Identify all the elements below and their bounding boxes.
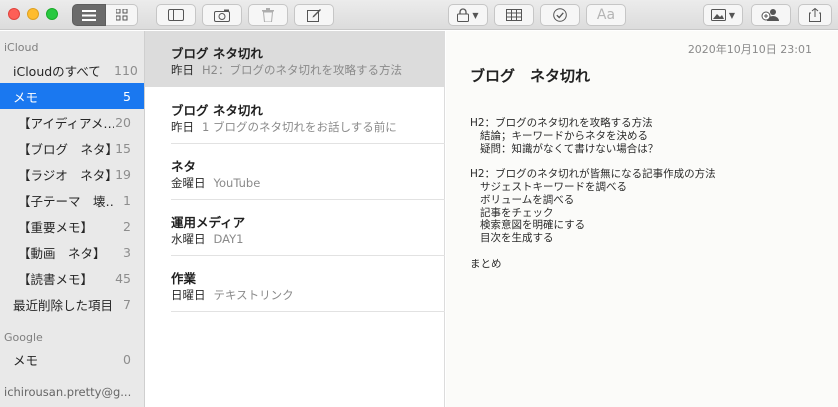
trash-icon <box>262 8 274 22</box>
sidebar-item-idea-memo[interactable]: 【アイディアメ… 20 <box>0 109 144 135</box>
checklist-icon <box>553 8 567 22</box>
table-icon <box>506 9 522 21</box>
compose-icon <box>307 9 321 22</box>
sidebar-item-count: 0 <box>123 351 131 367</box>
sidebar-item-count: 15 <box>115 140 131 156</box>
gallery-icon <box>115 9 127 21</box>
sidebar-item-radio-neta[interactable]: 【ラジオ ネタ】 19 <box>0 161 144 187</box>
sidebar-item-blog-neta[interactable]: 【ブログ ネタ】 15 <box>0 135 144 161</box>
list-item[interactable]: 運用メディア 水曜日 DAY1 <box>145 200 445 256</box>
close-window-button[interactable] <box>8 8 20 20</box>
sidebar-item-child-theme[interactable]: 【子テーマ 壊… 1 <box>0 187 144 213</box>
sidebar-item-label: 【ブログ ネタ】 <box>18 141 114 157</box>
minimize-window-button[interactable] <box>27 8 39 20</box>
sidebar-item-label: 最近削除した項目 <box>13 297 114 313</box>
sidebar-item-count: 19 <box>115 166 131 182</box>
note-date: 日曜日 <box>171 288 206 302</box>
share-button[interactable] <box>798 4 832 26</box>
zoom-window-button[interactable] <box>46 8 58 20</box>
note-date: 昨日 <box>171 120 194 134</box>
sidebar-item-label: 【アイディアメ… <box>18 115 114 131</box>
note-preview: 1 ブログのネタ切れをお話しする前に <box>202 120 397 134</box>
note-title: 運用メディア <box>171 215 246 230</box>
add-people-button[interactable] <box>751 4 791 26</box>
note-preview: YouTube <box>213 176 261 190</box>
note-list: ブログ ネタ切れ 昨日 H2：ブログのネタ切れを攻略する方法 ブログ ネタ切れ 昨… <box>145 31 445 407</box>
sidebar-item-count: 2 <box>123 218 131 234</box>
toolbar: ▼ Aa ▼ <box>0 0 838 30</box>
list-item[interactable]: 作業 日曜日 テキストリンク <box>145 256 445 312</box>
sidebar-item-label: 【重要メモ】 <box>18 219 94 235</box>
sidebar-item-reading-memo[interactable]: 【読書メモ】 45 <box>0 265 144 291</box>
list-item[interactable]: ブログ ネタ切れ 昨日 1 ブログのネタ切れをお話しする前に <box>145 88 445 144</box>
media-button[interactable]: ▼ <box>703 4 743 26</box>
sidebar-item-label: 【子テーマ 壊… <box>18 193 114 209</box>
note-preview: DAY1 <box>213 232 244 246</box>
sidebar-item-count: 3 <box>123 244 131 260</box>
sidebar-item-icloud-all[interactable]: iCloudのすべて 110 <box>0 57 144 83</box>
lock-button[interactable]: ▼ <box>448 4 488 26</box>
list-item[interactable]: ブログ ネタ切れ 昨日 H2：ブログのネタ切れを攻略する方法 <box>145 31 445 87</box>
sidebar-item-count: 45 <box>115 270 131 286</box>
sidebar-item-google-notes[interactable]: メモ 0 <box>0 346 144 372</box>
list-view-icon <box>82 9 96 21</box>
chevron-down-icon: ▼ <box>472 10 479 20</box>
note-title: ブログ ネタ切れ <box>171 46 263 61</box>
share-icon <box>809 8 821 22</box>
add-people-icon <box>761 9 779 21</box>
attachments-button[interactable] <box>202 4 242 26</box>
sidebar-item-video-neta[interactable]: 【動画 ネタ】 3 <box>0 239 144 265</box>
icloud-heading: iCloud <box>4 41 39 54</box>
note-date: 昨日 <box>171 63 194 77</box>
note-title: 作業 <box>171 271 197 286</box>
sidebar: iCloud iCloudのすべて 110 メモ 5 【アイディアメ… 20 【… <box>0 31 145 407</box>
sidebar-item-notes[interactable]: メモ 5 <box>0 83 144 109</box>
note-date: 水曜日 <box>171 232 206 246</box>
sidebar-item-label: メモ <box>13 352 39 368</box>
google-heading: Google <box>4 331 43 344</box>
list-view-button[interactable] <box>72 4 106 26</box>
chevron-down-icon: ▼ <box>728 10 736 20</box>
note-timestamp: 2020年10月10日 23:01 <box>687 43 812 56</box>
note-title: ネタ <box>171 159 197 174</box>
divider <box>171 311 445 312</box>
toggle-sidebar-button[interactable] <box>156 4 196 26</box>
format-button[interactable]: Aa <box>586 4 626 26</box>
sidebar-item-label: 【動画 ネタ】 <box>18 245 106 261</box>
note-body[interactable]: H2：ブログのネタ切れを攻略する方法 結論；キーワードからネタを決める 疑問：知… <box>470 117 716 271</box>
attachments-icon <box>214 9 230 22</box>
sidebar-item-label: 【ラジオ ネタ】 <box>18 167 114 183</box>
account-label: ichirousan.pretty@g... <box>4 385 132 399</box>
gallery-view-button[interactable] <box>106 4 138 26</box>
checklist-button[interactable] <box>540 4 580 26</box>
sidebar-item-recently-deleted[interactable]: 最近削除した項目 7 <box>0 291 144 317</box>
note-date: 金曜日 <box>171 176 206 190</box>
delete-button[interactable] <box>248 4 288 26</box>
list-item[interactable]: ネタ 金曜日 YouTube <box>145 144 445 200</box>
table-button[interactable] <box>494 4 534 26</box>
lock-icon <box>457 8 470 22</box>
photo-icon <box>710 9 726 21</box>
sidebar-item-count: 20 <box>115 114 131 130</box>
sidebar-item-count: 5 <box>123 88 131 104</box>
sidebar-item-label: メモ <box>13 89 39 105</box>
sidebar-item-important-memo[interactable]: 【重要メモ】 2 <box>0 213 144 239</box>
note-preview: H2：ブログのネタ切れを攻略する方法 <box>202 63 402 77</box>
sidebar-item-label: iCloudのすべて <box>13 63 101 79</box>
compose-button[interactable] <box>294 4 334 26</box>
sidebar-icon <box>168 9 184 21</box>
format-label: Aa <box>596 7 616 23</box>
sidebar-item-count: 1 <box>123 192 131 208</box>
note-editor[interactable]: 2020年10月10日 23:01 ブログ ネタ切れ H2：ブログのネタ切れを攻… <box>446 31 838 407</box>
note-preview: テキストリンク <box>213 288 294 302</box>
sidebar-item-label: 【読書メモ】 <box>18 271 94 287</box>
sidebar-item-count: 7 <box>123 296 131 312</box>
note-heading[interactable]: ブログ ネタ切れ <box>470 65 590 86</box>
sidebar-item-count: 110 <box>114 62 138 78</box>
note-title: ブログ ネタ切れ <box>171 103 263 118</box>
